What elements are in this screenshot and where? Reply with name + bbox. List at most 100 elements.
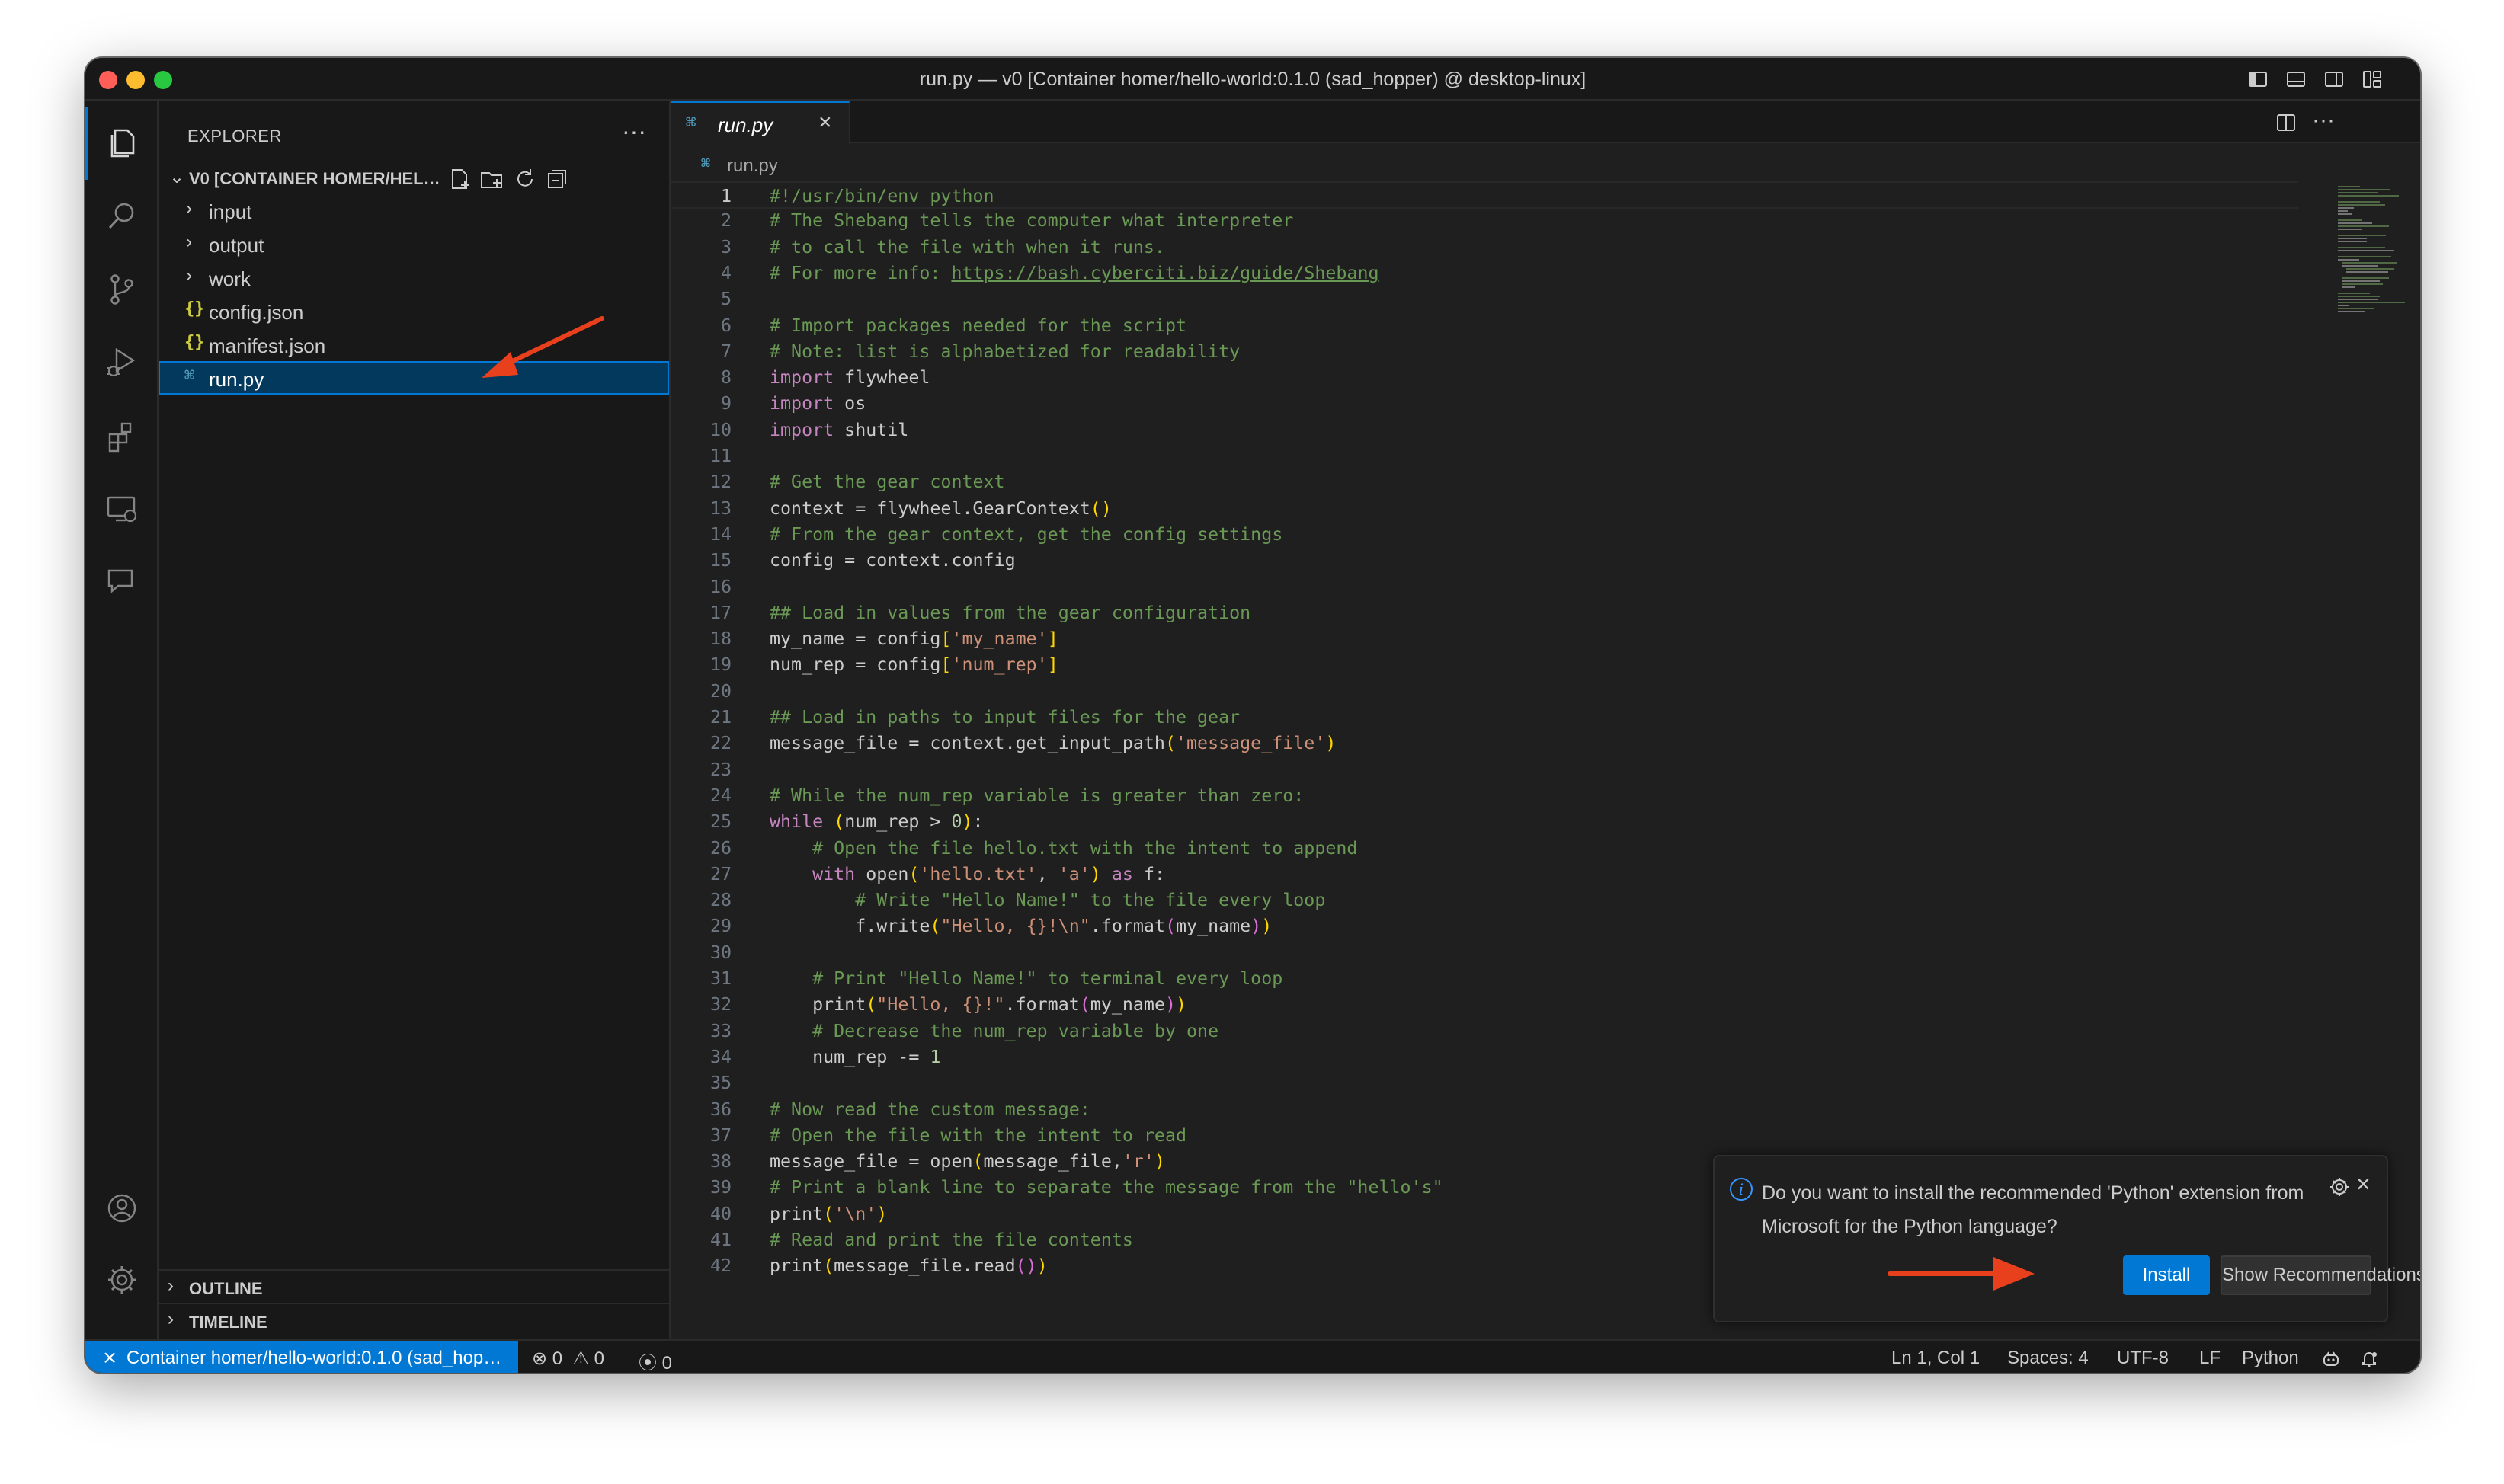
code-line[interactable]: 3 # to call the file with when it runs. (671, 234, 2298, 261)
tree-item-output[interactable]: › output (159, 227, 669, 261)
line-number: 14 (709, 523, 732, 545)
minimap-line (2338, 222, 2372, 224)
tree-item-run-py[interactable]: ⌘ run.py (159, 361, 669, 395)
code-line[interactable]: 36 # Now read the custom message: (671, 1096, 2298, 1124)
code-line[interactable]: 5 (671, 286, 2298, 313)
remote-indicator[interactable]: ⨯ Container homer/hello-world:0.1.0 (sad… (85, 1341, 518, 1373)
remote-explorer-icon[interactable] (85, 472, 159, 545)
install-button[interactable]: Install (2123, 1255, 2210, 1295)
end-of-line[interactable]: LF (2199, 1348, 2221, 1369)
language-mode[interactable]: Python (2242, 1348, 2299, 1369)
line-number: 4 (720, 262, 732, 283)
code-line[interactable]: 21 ## Load in paths to input files for th… (671, 704, 2298, 731)
close-icon[interactable]: × (818, 110, 832, 136)
code-line[interactable]: 9 import os (671, 390, 2298, 417)
toggle-secondary-sidebar-icon[interactable] (2323, 68, 2345, 91)
line-number: 19 (709, 654, 732, 676)
breadcrumb-file[interactable]: run.py (727, 155, 778, 177)
line-number: 28 (709, 890, 732, 911)
code-line[interactable]: 20 (671, 678, 2298, 705)
explorer-icon[interactable] (85, 107, 159, 180)
code-line[interactable]: 16 (671, 574, 2298, 601)
toggle-panel-icon[interactable] (2285, 68, 2307, 91)
code-line[interactable]: 4 # For more info: https://bash.cyberciti… (671, 260, 2298, 287)
minimap-line (2338, 250, 2395, 251)
cursor-position[interactable]: Ln 1, Col 1 (1891, 1348, 1980, 1369)
code-text: # Note: list is alphabetized for readabi… (770, 341, 1241, 362)
search-icon[interactable] (85, 180, 159, 253)
indentation[interactable]: Spaces: 4 (2007, 1348, 2089, 1369)
code-line[interactable]: 34 num_rep -= 1 (671, 1044, 2298, 1071)
code-line[interactable]: 8 import flywheel (671, 364, 2298, 392)
chat-icon[interactable] (85, 545, 159, 619)
code-line[interactable]: 26 # Open the file hello.txt with the in… (671, 835, 2298, 862)
line-number: 38 (709, 1151, 732, 1172)
minimap-line (2338, 192, 2378, 193)
line-number: 35 (709, 1073, 732, 1094)
gear-icon[interactable] (2327, 1175, 2352, 1199)
explorer-more-actions-button[interactable]: ··· (622, 117, 646, 146)
code-line[interactable]: 1 #!/usr/bin/env python (671, 181, 2298, 209)
run-debug-icon[interactable] (85, 326, 159, 399)
minimap[interactable] (2298, 181, 2420, 334)
code-line[interactable]: 37 # Open the file with the intent to rea… (671, 1122, 2298, 1150)
copilot-icon[interactable] (2321, 1348, 2341, 1369)
toggle-primary-sidebar-icon[interactable] (2246, 68, 2269, 91)
outline-panel-header[interactable]: › OUTLINE (159, 1269, 669, 1303)
workspace-folder-header[interactable]: ⌄ V0 [CONTAINER HOMER/HELLO-WORLD:0.1.0 … (159, 162, 669, 195)
code-text: # to call the file with when it runs. (770, 236, 1165, 257)
customize-layout-icon[interactable] (2361, 68, 2384, 91)
refresh-icon[interactable] (512, 166, 538, 192)
code-line[interactable]: 14 # From the gear context, get the confi… (671, 521, 2298, 549)
code-line[interactable]: 19 num_rep = config['num_rep'] (671, 651, 2298, 679)
notifications-bell-icon[interactable] (2359, 1348, 2379, 1369)
tree-item-config-json[interactable]: {} config.json (159, 294, 669, 328)
window-title: run.py — v0 [Container homer/hello-world… (919, 69, 1587, 90)
split-editor-icon[interactable] (2274, 110, 2298, 135)
code-line[interactable]: 7 # Note: list is alphabetized for readab… (671, 338, 2298, 366)
close-icon[interactable]: × (2356, 1170, 2371, 1198)
code-line[interactable]: 13 context = flywheel.GearContext() (671, 495, 2298, 523)
code-line[interactable]: 18 my_name = config['my_name'] (671, 625, 2298, 653)
code-line[interactable]: 17 ## Load in values from the gear config… (671, 600, 2298, 627)
ports-indicator[interactable]: ⦿ 0 (639, 1348, 672, 1373)
code-line[interactable]: 6 # Import packages needed for the script (671, 312, 2298, 340)
more-actions-icon[interactable]: ··· (2312, 109, 2336, 135)
code-line[interactable]: 22 message_file = context.get_input_path(… (671, 730, 2298, 757)
show-recommendations-button[interactable]: Show Recommendations (2221, 1255, 2420, 1295)
code-line[interactable]: 31 # Print "Hello Name!" to terminal eve… (671, 965, 2298, 993)
encoding[interactable]: UTF-8 (2117, 1348, 2169, 1369)
code-line[interactable]: 28 # Write "Hello Name!" to the file eve… (671, 887, 2298, 914)
code-line[interactable]: 32 print("Hello, {}!".format(my_name)) (671, 991, 2298, 1019)
tree-item-input[interactable]: › input (159, 193, 669, 227)
code-text: print('\n') (770, 1203, 888, 1224)
settings-gear-icon[interactable] (85, 1243, 159, 1316)
code-line[interactable]: 29 f.write("Hello, {}!\n".format(my_name… (671, 913, 2298, 940)
code-line[interactable]: 23 (671, 756, 2298, 784)
new-folder-icon[interactable] (479, 166, 504, 192)
tree-item-label: input (209, 200, 252, 223)
code-line[interactable]: 24 # While the num_rep variable is greate… (671, 782, 2298, 810)
code-text: num_rep = config['num_rep'] (770, 654, 1058, 676)
code-line[interactable]: 12 # Get the gear context (671, 469, 2298, 496)
code-line[interactable]: 27 with open('hello.txt', 'a') as f: (671, 861, 2298, 888)
extensions-icon[interactable] (85, 399, 159, 472)
account-icon[interactable] (85, 1172, 159, 1245)
code-line[interactable]: 33 # Decrease the num_rep variable by on… (671, 1018, 2298, 1045)
collapse-all-icon[interactable] (544, 166, 570, 192)
source-control-icon[interactable] (85, 253, 159, 326)
timeline-panel-header[interactable]: › TIMELINE (159, 1303, 669, 1336)
code-line[interactable]: 25 while (num_rep > 0): (671, 808, 2298, 836)
code-line[interactable]: 10 import shutil (671, 417, 2298, 444)
tree-item-manifest-json[interactable]: {} manifest.json (159, 328, 669, 361)
code-line[interactable]: 15 config = context.config (671, 547, 2298, 574)
code-line[interactable]: 11 (671, 443, 2298, 470)
tree-item-work[interactable]: › work (159, 261, 669, 294)
code-line[interactable]: 35 (671, 1070, 2298, 1097)
code-line[interactable]: 2 # The Shebang tells the computer what i… (671, 207, 2298, 235)
new-file-icon[interactable] (447, 166, 472, 192)
line-number: 34 (709, 1046, 732, 1067)
tab-run-py[interactable]: ⌘ run.py × (671, 101, 850, 145)
problems-indicator[interactable]: ⊗ 0 ⚠ 0 (532, 1348, 604, 1370)
code-line[interactable]: 30 (671, 939, 2298, 967)
